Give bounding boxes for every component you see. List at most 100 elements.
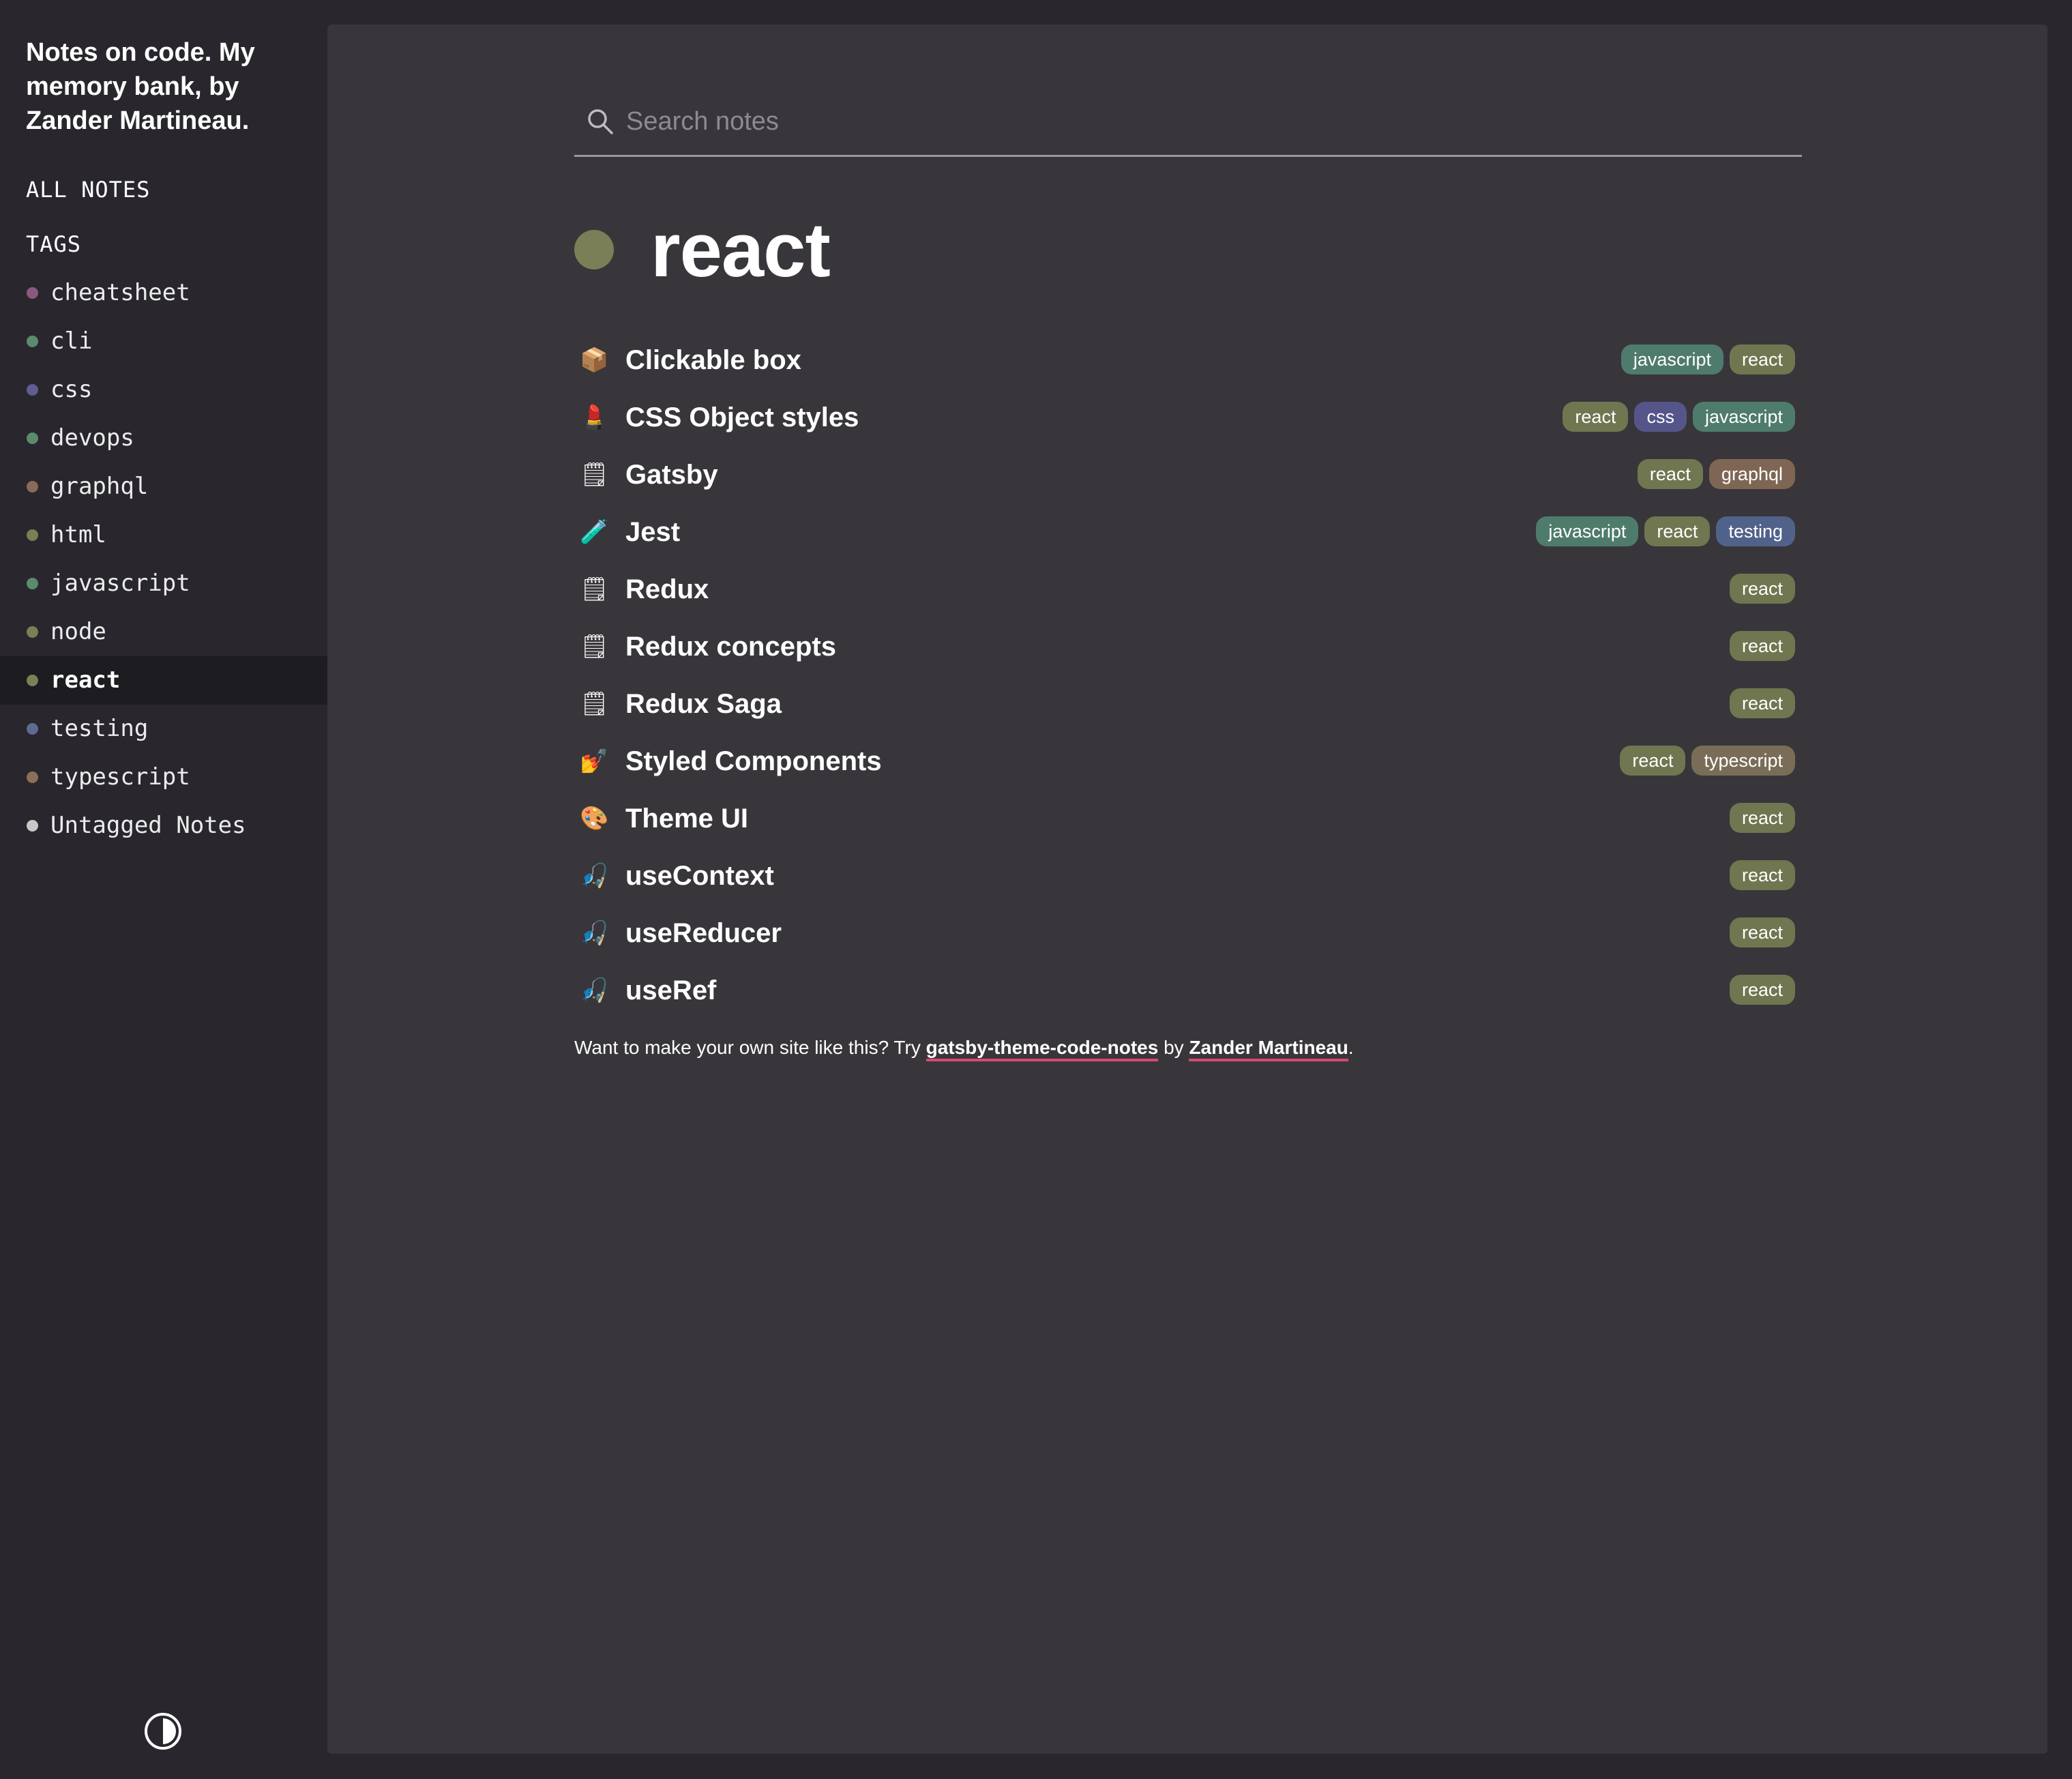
note-row[interactable]: 💅 Styled Components react typescript	[574, 739, 1795, 797]
sidebar-item-testing[interactable]: testing	[0, 705, 327, 753]
note-row[interactable]: 🎣 useContext react	[574, 854, 1795, 911]
tag-pill[interactable]: react	[1729, 803, 1795, 833]
search-icon	[588, 109, 613, 134]
sidebar-item-react[interactable]: react	[0, 656, 327, 705]
note-row[interactable]: 💄 CSS Object styles react css javascript	[574, 396, 1795, 453]
note-emoji-icon: 🗒	[580, 461, 610, 488]
tag-pill[interactable]: graphql	[1708, 459, 1795, 489]
note-tags: react	[1729, 631, 1795, 661]
note-title[interactable]: useRef	[625, 973, 716, 1008]
note-tags: javascript react	[1620, 344, 1795, 374]
note-emoji-icon: 🎣	[580, 920, 609, 947]
sidebar-item-label: react	[50, 666, 121, 694]
tag-pill[interactable]: javascript	[1536, 516, 1639, 546]
note-row[interactable]: 🗒 Redux concepts react	[574, 625, 1795, 682]
sidebar-item-label: typescript	[50, 763, 190, 791]
note-title[interactable]: useContext	[625, 859, 774, 893]
sidebar-item-html[interactable]: html	[0, 511, 327, 559]
tag-color-dot	[27, 771, 38, 783]
sidebar-item-label: javascript	[50, 570, 190, 597]
sidebar-item-graphql[interactable]: graphql	[0, 462, 327, 511]
footer-text: Want to make your own site like this? Tr…	[574, 1037, 926, 1058]
note-title[interactable]: useReducer	[625, 916, 782, 950]
sidebar-item-label: html	[50, 521, 106, 548]
sidebar-item-cheatsheet[interactable]: cheatsheet	[0, 269, 327, 317]
tag-color-dot	[27, 529, 38, 541]
page-title: react	[651, 207, 831, 293]
tag-color-dot	[27, 675, 38, 686]
note-tags: react	[1729, 574, 1795, 604]
note-title[interactable]: Styled Components	[625, 744, 882, 778]
theme-repo-link[interactable]: gatsby-theme-code-notes	[926, 1037, 1159, 1061]
tag-pill[interactable]: javascript	[1620, 344, 1723, 374]
note-row[interactable]: 🎨 Theme UI react	[574, 797, 1795, 854]
tag-pill[interactable]: react	[1729, 917, 1795, 947]
tags-heading: TAGS	[26, 231, 82, 257]
sidebar-item-typescript[interactable]: typescript	[0, 753, 327, 802]
tag-pill[interactable]: react	[1620, 746, 1686, 776]
note-title[interactable]: Gatsby	[625, 458, 718, 492]
tag-pill[interactable]: react	[1644, 516, 1711, 546]
search-input[interactable]	[626, 102, 1786, 141]
tag-pill[interactable]: react	[1729, 688, 1795, 718]
footer-note: Want to make your own site like this? Tr…	[574, 1034, 1354, 1061]
note-title[interactable]: CSS Object styles	[625, 400, 859, 435]
sidebar-item-cli[interactable]: cli	[0, 317, 327, 366]
all-notes-link[interactable]: ALL NOTES	[26, 176, 150, 203]
note-title[interactable]: Redux	[625, 572, 709, 606]
note-title[interactable]: Redux concepts	[625, 630, 836, 664]
sidebar-item-devops[interactable]: devops	[0, 414, 327, 462]
note-tags: react	[1729, 688, 1795, 718]
tag-pill[interactable]: react	[1729, 574, 1795, 604]
note-title[interactable]: Clickable box	[625, 343, 801, 377]
sidebar-item-css[interactable]: css	[0, 366, 327, 414]
search-bar	[574, 93, 1802, 157]
tag-pill[interactable]: typescript	[1691, 746, 1795, 776]
footer-text: by	[1158, 1037, 1189, 1058]
note-emoji-icon: 💄	[580, 404, 609, 431]
tag-pill[interactable]: javascript	[1692, 402, 1795, 432]
note-row[interactable]: 🗒 Redux react	[574, 568, 1795, 625]
sidebar-item-untagged-notes[interactable]: Untagged Notes	[0, 802, 327, 850]
sidebar-item-javascript[interactable]: javascript	[0, 559, 327, 608]
tag-pill[interactable]: react	[1729, 631, 1795, 661]
note-tags: react	[1729, 860, 1795, 890]
note-row[interactable]: 🎣 useReducer react	[574, 911, 1795, 969]
note-title[interactable]: Redux Saga	[625, 687, 782, 721]
tag-pill[interactable]: react	[1729, 860, 1795, 890]
note-row[interactable]: 🎣 useRef react	[574, 969, 1795, 1026]
note-emoji-icon: 🧪	[580, 518, 609, 546]
note-emoji-icon: 🗒	[580, 633, 610, 660]
tag-color-dot	[27, 287, 38, 299]
tag-pill[interactable]: react	[1563, 402, 1629, 432]
tag-pill[interactable]: react	[1729, 975, 1795, 1005]
note-emoji-icon: 🎨	[580, 805, 609, 832]
tag-color-dot	[27, 336, 38, 347]
sidebar-item-label: node	[50, 618, 106, 645]
note-tags: react	[1729, 917, 1795, 947]
site-title[interactable]: Notes on code. My memory bank, by Zander…	[26, 35, 299, 138]
note-tags: react graphql	[1637, 459, 1795, 489]
sidebar-item-label: css	[50, 376, 93, 403]
main-panel: react 📦Clickable boxjavascriptreact💄CSS …	[327, 25, 2047, 1754]
contrast-icon[interactable]	[145, 1713, 181, 1750]
tag-pill[interactable]: react	[1637, 459, 1703, 489]
tag-color-dot	[27, 626, 38, 638]
note-tags: javascript react testing	[1536, 516, 1795, 546]
sidebar-item-node[interactable]: node	[0, 608, 327, 656]
tag-pill[interactable]: react	[1729, 344, 1795, 374]
note-row[interactable]: 📦 Clickable box javascript react	[574, 338, 1795, 396]
note-title[interactable]: Theme UI	[625, 802, 748, 836]
page-heading: react	[574, 206, 1393, 295]
note-list: 📦 Clickable box javascript react 💄 CSS Object…	[574, 338, 1795, 1026]
tag-pill[interactable]: testing	[1716, 516, 1795, 546]
note-emoji-icon: 🎣	[580, 977, 609, 1004]
note-row[interactable]: 🗒 Redux Saga react	[574, 682, 1795, 739]
author-link[interactable]: Zander Martineau	[1189, 1037, 1348, 1061]
note-title[interactable]: Jest	[625, 515, 680, 549]
tag-pill[interactable]: css	[1634, 402, 1687, 432]
sidebar-item-label: Untagged Notes	[50, 812, 246, 839]
note-row[interactable]: 🗒 Gatsby react graphql	[574, 453, 1795, 510]
note-row[interactable]: 🧪 Jest javascript react testing	[574, 510, 1795, 568]
tag-color-dot	[27, 432, 38, 444]
